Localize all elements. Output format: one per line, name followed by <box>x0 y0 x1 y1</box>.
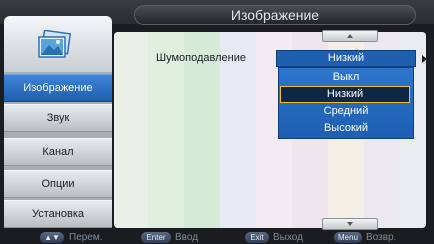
option-low[interactable]: Низкий <box>280 86 410 103</box>
arrow-right-icon <box>422 55 427 63</box>
arrow-up-icon <box>347 34 353 38</box>
noise-reduction-value[interactable]: Низкий <box>276 50 416 67</box>
sidebar-item-sound[interactable]: Звук <box>4 104 112 132</box>
back-hint: Возвр. <box>366 232 397 243</box>
option-medium[interactable]: Средний <box>279 103 413 120</box>
picture-icon <box>38 30 71 58</box>
sidebar-item-options[interactable]: Опции <box>4 170 112 198</box>
option-high[interactable]: Высокий <box>279 120 413 137</box>
navigate-key-icon: ▲▼ <box>40 232 64 243</box>
option-off[interactable]: Выкл <box>279 69 413 86</box>
page-title: Изображение <box>230 7 320 23</box>
navigate-hint: Перем. <box>69 232 103 243</box>
exit-hint: Выход <box>273 232 303 243</box>
enter-key-icon: Enter <box>141 232 171 243</box>
sidebar-item-picture[interactable]: Изображение <box>4 74 112 102</box>
menu-key-icon: Menu <box>334 232 362 243</box>
noise-reduction-dropdown: Выкл Низкий Средний Высокий <box>278 67 414 139</box>
enter-hint: Ввод <box>175 232 199 243</box>
exit-key-icon: Exit <box>245 232 269 243</box>
scroll-up-button[interactable] <box>322 30 378 42</box>
arrow-down-icon <box>347 222 353 226</box>
noise-reduction-label: Шумоподавление <box>156 52 246 64</box>
scroll-down-button[interactable] <box>322 218 378 230</box>
sidebar-item-channel[interactable]: Канал <box>4 138 112 166</box>
sidebar-item-setup[interactable]: Установка <box>4 200 112 228</box>
